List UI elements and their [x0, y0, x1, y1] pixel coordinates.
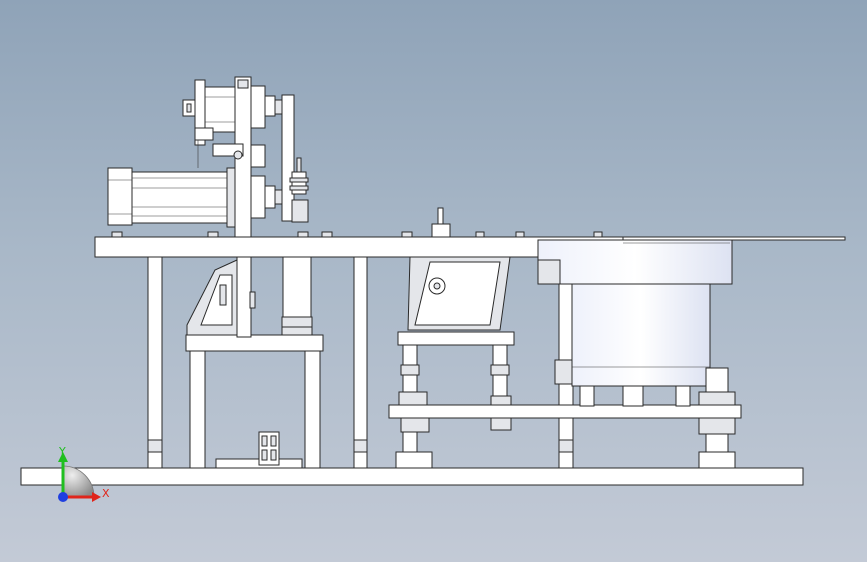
- lift-unit: [185, 256, 324, 469]
- vibration-mount: [395, 331, 515, 469]
- leg-1: [147, 256, 163, 469]
- x-axis-label: X: [102, 487, 110, 500]
- assembly-drawing[interactable]: Y X: [0, 0, 867, 562]
- sensor-pin: [431, 207, 451, 238]
- top-plate-bolts: [111, 231, 603, 238]
- y-axis-label: Y: [58, 445, 66, 458]
- roller-frame: [234, 76, 309, 238]
- leg-2: [353, 256, 368, 469]
- lower-beam: [388, 404, 742, 419]
- x-axis-head: [92, 492, 101, 502]
- servo-motor: [107, 167, 238, 228]
- spool-assembly: [182, 79, 244, 168]
- cad-viewport[interactable]: Y X: [0, 0, 867, 562]
- base-plate: [20, 467, 804, 486]
- connector-block: [215, 431, 303, 469]
- vibratory-bowl: [537, 236, 846, 407]
- z-axis-dot: [58, 492, 68, 502]
- angled-bracket: [407, 256, 511, 331]
